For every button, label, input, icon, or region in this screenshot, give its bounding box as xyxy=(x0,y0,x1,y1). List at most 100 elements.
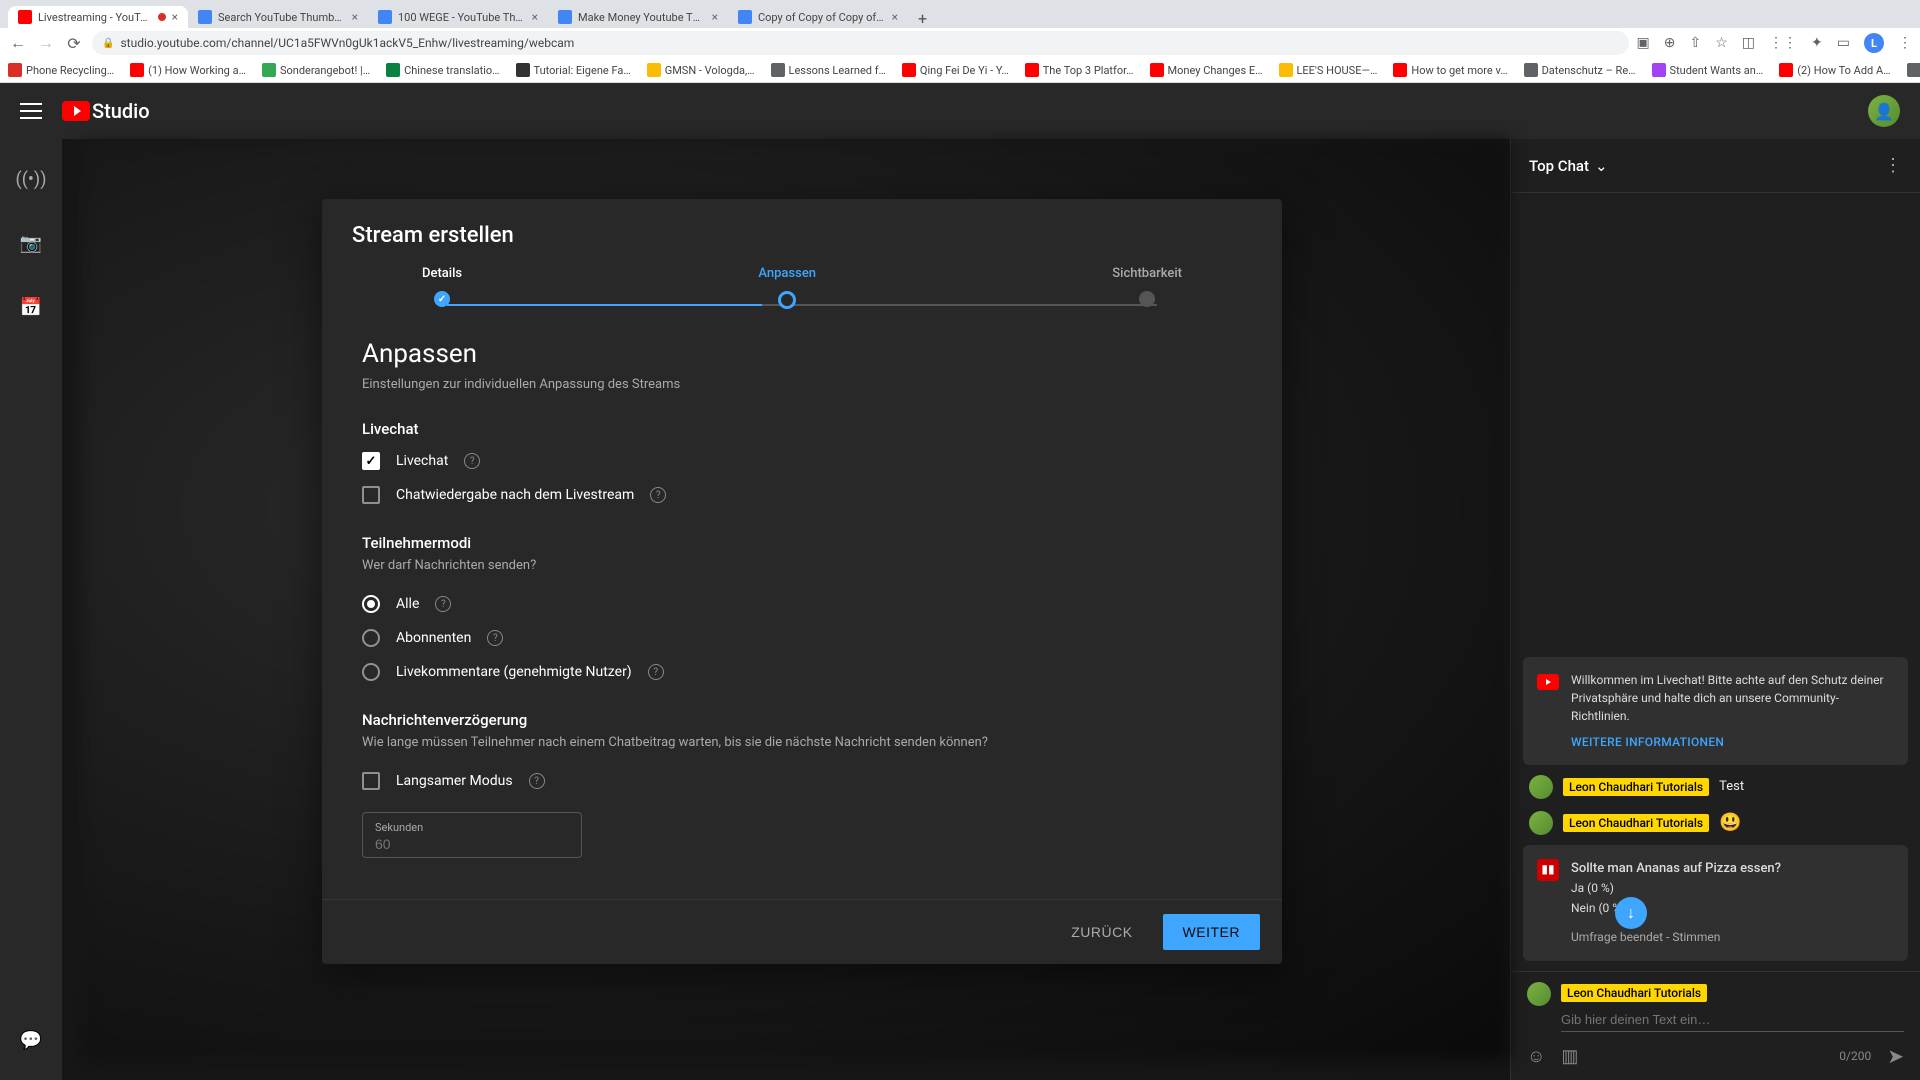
checkbox-icon[interactable] xyxy=(362,772,380,790)
bookmark-item[interactable]: Sonderangebot! |… xyxy=(262,63,370,77)
share-icon[interactable]: ⇧ xyxy=(1690,35,1702,51)
left-rail: ((•)) 📷 📅 💬 xyxy=(0,139,62,1080)
step-active-icon xyxy=(778,291,796,309)
puzzle-icon[interactable]: ✦ xyxy=(1811,35,1823,51)
more-info-link[interactable]: WEITERE INFORMATIONEN xyxy=(1571,733,1894,751)
lock-icon: 🔒 xyxy=(102,38,114,49)
close-icon[interactable]: × xyxy=(532,10,538,24)
checkbox-livechat[interactable]: Livechat ? xyxy=(362,444,1242,478)
bookmark-item[interactable]: GMSN - Vologda,… xyxy=(647,63,755,77)
extension-icon[interactable]: ◫ xyxy=(1742,35,1755,51)
livechat-group-label: Livechat xyxy=(362,420,1242,438)
apps-icon[interactable]: ⋮⋮ xyxy=(1769,35,1797,51)
bookmark-item[interactable]: The Top 3 Platfor… xyxy=(1025,63,1134,77)
help-icon[interactable]: ? xyxy=(650,487,666,503)
youtube-studio-logo[interactable]: Studio xyxy=(62,99,150,123)
seconds-input[interactable] xyxy=(375,834,569,852)
favicon-icon xyxy=(738,10,752,24)
help-icon[interactable]: ? xyxy=(464,453,480,469)
bookmark-item[interactable]: LEE'S HOUSE—… xyxy=(1279,63,1378,77)
menu-icon[interactable]: ⋮ xyxy=(1898,35,1912,51)
bookmark-item[interactable]: Datenschutz – Re… xyxy=(1524,63,1636,77)
tab-3[interactable]: Make Money Youtube Thumbn… × xyxy=(548,6,728,28)
checkbox-icon[interactable] xyxy=(362,452,380,470)
camera-icon[interactable]: ▣ xyxy=(1637,35,1650,51)
more-icon[interactable]: ⋮ xyxy=(1884,155,1902,176)
close-icon[interactable]: × xyxy=(352,10,358,24)
zoom-icon[interactable]: ⊕ xyxy=(1664,35,1676,51)
chat-message: Leon Chaudhari Tutorials 😃 xyxy=(1523,809,1908,837)
tab-0[interactable]: Livestreaming - YouTube S… × xyxy=(8,6,188,28)
recording-dot-icon xyxy=(158,13,166,21)
checkbox-slowmode[interactable]: Langsamer Modus ? xyxy=(362,764,1242,798)
poll-button-icon[interactable]: ▥ xyxy=(1561,1046,1578,1067)
url-bar[interactable]: 🔒 studio.youtube.com/channel/UC1a5FWVn0g… xyxy=(92,31,1629,55)
radio-approved[interactable]: Livekommentare (genehmigte Nutzer) ? xyxy=(362,655,1242,689)
user-avatar[interactable]: 👤 xyxy=(1868,95,1900,127)
char-counter: 0/200 xyxy=(1839,1049,1871,1063)
checkbox-chatreplay[interactable]: Chatwiedergabe nach dem Livestream ? xyxy=(362,478,1242,512)
reload-button[interactable]: ⟳ xyxy=(64,34,84,53)
chat-mode-dropdown[interactable]: Top Chat ⌄ xyxy=(1529,157,1608,175)
stream-icon[interactable]: ((•)) xyxy=(11,159,51,199)
star-icon[interactable]: ☆ xyxy=(1715,35,1728,51)
help-icon[interactable]: ? xyxy=(435,596,451,612)
step-customize[interactable]: Anpassen xyxy=(758,266,816,309)
bookmark-item[interactable]: Tutorial: Eigene Fa… xyxy=(516,63,631,77)
checkbox-icon[interactable] xyxy=(362,486,380,504)
youtube-play-icon xyxy=(62,101,90,121)
favicon-icon xyxy=(198,10,212,24)
send-icon[interactable]: ➤ xyxy=(1887,1044,1904,1068)
bookmark-item[interactable]: Lessons Learned f… xyxy=(771,63,886,77)
tab-2[interactable]: 100 WEGE - YouTube Thumbn… × xyxy=(368,6,548,28)
radio-subscribers[interactable]: Abonnenten ? xyxy=(362,621,1242,655)
tab-1[interactable]: Search YouTube Thumbnail - C… × xyxy=(188,6,368,28)
new-tab-button[interactable]: + xyxy=(908,9,937,28)
bookmark-item[interactable]: Student Wants an… xyxy=(1652,63,1764,77)
chat-panel: Top Chat ⌄ ⋮ Willkommen im Livechat! Bit… xyxy=(1510,139,1920,1080)
radio-icon[interactable] xyxy=(362,663,380,681)
radio-all[interactable]: Alle ? xyxy=(362,587,1242,621)
help-icon[interactable]: ? xyxy=(529,773,545,789)
chat-author-badge: Leon Chaudhari Tutorials xyxy=(1563,814,1709,832)
dialog-body[interactable]: Anpassen Einstellungen zur individuellen… xyxy=(322,319,1282,899)
radio-icon[interactable] xyxy=(362,629,380,647)
bookmark-item[interactable]: Qing Fei De Yi - Y… xyxy=(902,63,1009,77)
emoji-picker-icon[interactable]: ☺ xyxy=(1527,1046,1545,1067)
forward-button[interactable]: → xyxy=(36,33,56,53)
arrow-down-icon: ↓ xyxy=(1627,900,1635,926)
smile-emoji-icon: 😃 xyxy=(1719,812,1741,833)
bookmark-item[interactable]: Phone Recycling… xyxy=(8,63,114,77)
scroll-down-button[interactable]: ↓ xyxy=(1615,897,1647,929)
section-subtitle: Einstellungen zur individuellen Anpassun… xyxy=(362,377,1242,392)
radio-icon[interactable] xyxy=(362,595,380,613)
bookmark-item[interactable]: Download - Cooki… xyxy=(1907,63,1920,77)
webcam-icon[interactable]: 📷 xyxy=(11,223,51,263)
seconds-field[interactable]: Sekunden xyxy=(362,812,582,858)
panel-icon[interactable]: ▭ xyxy=(1837,35,1850,51)
next-button[interactable]: WEITER xyxy=(1163,914,1260,950)
bookmark-favicon xyxy=(1524,63,1538,77)
help-icon[interactable]: ? xyxy=(648,664,664,680)
help-icon[interactable]: ? xyxy=(487,630,503,646)
back-button[interactable]: ← xyxy=(8,33,28,53)
close-icon[interactable]: × xyxy=(712,10,718,24)
menu-icon[interactable] xyxy=(20,103,42,119)
close-icon[interactable]: × xyxy=(892,10,898,24)
step-visibility[interactable]: Sichtbarkeit xyxy=(1112,266,1182,309)
profile-avatar[interactable]: L xyxy=(1864,33,1884,53)
back-button[interactable]: ZURÜCK xyxy=(1055,914,1148,950)
feedback-icon[interactable]: 💬 xyxy=(11,1020,51,1060)
bookmark-item[interactable]: How to get more v… xyxy=(1393,63,1507,77)
bookmark-item[interactable]: (1) How Working a… xyxy=(130,63,246,77)
bookmark-item[interactable]: Money Changes E… xyxy=(1150,63,1263,77)
tab-4[interactable]: Copy of Copy of Copy of Cop… × xyxy=(728,6,908,28)
close-icon[interactable]: × xyxy=(172,10,178,24)
bookmark-item[interactable]: Chinese translatio… xyxy=(386,63,499,77)
calendar-icon[interactable]: 📅 xyxy=(11,287,51,327)
step-details[interactable]: Details xyxy=(422,266,462,309)
chat-input[interactable] xyxy=(1561,1008,1904,1032)
chat-messages[interactable]: Willkommen im Livechat! Bitte achte auf … xyxy=(1511,193,1920,971)
bookmark-item[interactable]: (2) How To Add A… xyxy=(1779,63,1890,77)
stream-area: Stream erstellen Details Anpassen Sichtb… xyxy=(62,139,1510,1080)
